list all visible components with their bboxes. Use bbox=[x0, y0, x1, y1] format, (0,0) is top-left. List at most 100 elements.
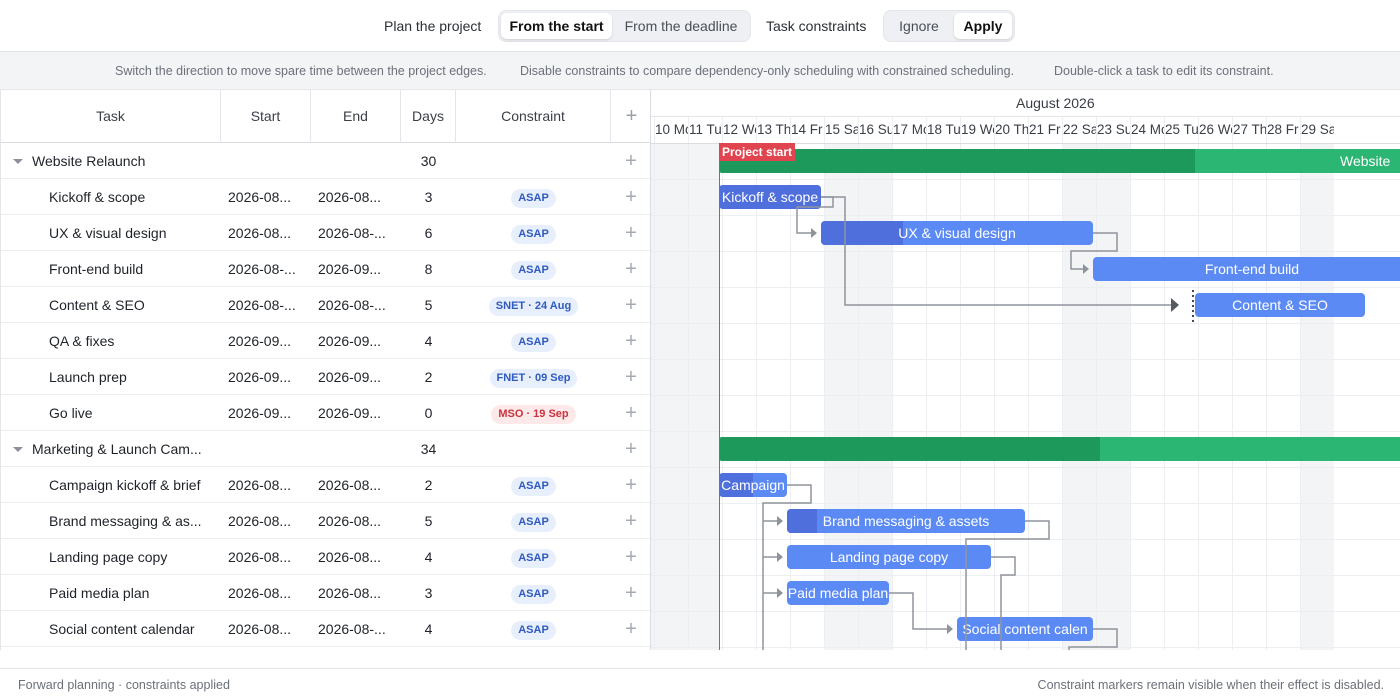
constraint-cell[interactable]: ASAP bbox=[456, 467, 611, 503]
add-task-header-button[interactable]: + bbox=[611, 90, 650, 143]
task-row[interactable]: Social content calendar 2026-08... 2026-08… bbox=[1, 611, 650, 647]
add-subtask-button[interactable]: + bbox=[611, 287, 650, 323]
add-subtask-button[interactable]: + bbox=[611, 359, 650, 395]
task-start: 2026-08-... bbox=[228, 261, 296, 277]
task-bar[interactable]: Campaign bbox=[719, 473, 787, 497]
task-row[interactable]: Content & SEO 2026-08-... 2026-08-... 5 SNET… bbox=[1, 287, 650, 323]
task-bar-label: Social content calen bbox=[962, 621, 1088, 637]
day-gridline bbox=[960, 117, 961, 650]
task-row[interactable]: Launch prep 2026-09... 2026-09... 2 FNET · 0… bbox=[1, 359, 650, 395]
task-start: 2026-08... bbox=[228, 585, 292, 601]
group-row[interactable]: Marketing & Launch Cam... 34 + bbox=[1, 431, 650, 467]
day-header: 20 Th bbox=[995, 122, 1028, 137]
day-gridline bbox=[858, 117, 859, 650]
column-header-constraint[interactable]: Constraint bbox=[456, 90, 611, 143]
status-footer: Forward planning · constraints applied C… bbox=[0, 668, 1400, 700]
add-subtask-button[interactable]: + bbox=[611, 323, 650, 359]
day-gridline bbox=[1266, 117, 1267, 650]
task-row[interactable]: Brand messaging & as... 2026-08... 2026-08… bbox=[1, 503, 650, 539]
task-row[interactable]: Front-end build 2026-08-... 2026-09... 8 ASA… bbox=[1, 251, 650, 287]
day-gridline bbox=[688, 117, 689, 650]
add-subtask-button[interactable]: + bbox=[611, 179, 650, 215]
task-start: 2026-08... bbox=[228, 189, 292, 205]
task-name: UX & visual design bbox=[49, 225, 167, 241]
constraint-cell[interactable]: FNET · 09 Sep bbox=[456, 359, 611, 395]
add-subtask-button[interactable]: + bbox=[611, 215, 650, 251]
constraint-cell[interactable]: ASAP bbox=[456, 611, 611, 647]
weekend-shade bbox=[1096, 143, 1130, 650]
task-name: Campaign kickoff & brief bbox=[49, 477, 201, 493]
task-row[interactable]: QA & fixes 2026-09... 2026-09... 4 ASAP + bbox=[1, 323, 650, 359]
task-constraints-label: Task constraints bbox=[766, 18, 867, 34]
task-days: 3 bbox=[424, 585, 433, 601]
day-header: 24 Mo bbox=[1131, 122, 1164, 137]
summary-bar[interactable] bbox=[719, 437, 1400, 461]
task-bar[interactable]: Social content calen bbox=[957, 617, 1093, 641]
constraint-cell[interactable]: ASAP bbox=[456, 539, 611, 575]
column-header-start[interactable]: Start bbox=[221, 90, 311, 143]
row-separator bbox=[651, 467, 1400, 468]
add-subtask-button[interactable]: + bbox=[611, 611, 650, 647]
dependency-links bbox=[762, 196, 1194, 650]
day-header: 15 Sa bbox=[825, 122, 858, 137]
add-subtask-button[interactable]: + bbox=[611, 575, 650, 611]
summary-bar[interactable]: Website bbox=[719, 149, 1400, 173]
add-subtask-button[interactable]: + bbox=[611, 503, 650, 539]
constraint-cell[interactable]: MSO · 19 Sep bbox=[456, 395, 611, 431]
task-start: 2026-09... bbox=[228, 405, 292, 421]
constraint-cell[interactable]: ASAP bbox=[456, 215, 611, 251]
task-row[interactable]: UX & visual design 2026-08... 2026-08-... 6… bbox=[1, 215, 650, 251]
constraint-badge: ASAP bbox=[511, 224, 556, 244]
task-bar[interactable]: Brand messaging & assets bbox=[787, 509, 1025, 533]
column-header-task[interactable]: Task bbox=[1, 90, 221, 143]
row-separator bbox=[651, 611, 1400, 612]
column-header-end[interactable]: End bbox=[311, 90, 401, 143]
add-subtask-button[interactable]: + bbox=[611, 395, 650, 431]
column-header-days[interactable]: Days bbox=[401, 90, 456, 143]
add-subtask-button[interactable]: + bbox=[611, 251, 650, 287]
from-start-button[interactable]: From the start bbox=[501, 13, 612, 39]
task-bar[interactable]: Paid media plan bbox=[787, 581, 889, 605]
task-bar[interactable]: Kickoff & scope bbox=[719, 185, 821, 209]
task-bar-label: Campaign bbox=[721, 477, 785, 493]
from-deadline-button[interactable]: From the deadline bbox=[614, 13, 748, 39]
constraint-cell[interactable]: ASAP bbox=[456, 251, 611, 287]
task-row[interactable]: Campaign kickoff & brief 2026-08... 2026-0… bbox=[1, 467, 650, 503]
task-bar[interactable]: Content & SEO bbox=[1195, 293, 1365, 317]
constraint-badge: ASAP bbox=[511, 548, 556, 568]
constraint-cell[interactable]: ASAP bbox=[456, 323, 611, 359]
apply-constraints-button[interactable]: Apply bbox=[954, 13, 1012, 39]
task-bar[interactable]: Landing page copy bbox=[787, 545, 991, 569]
constraint-cell[interactable]: ASAP bbox=[456, 575, 611, 611]
row-separator bbox=[651, 395, 1400, 396]
add-subtask-button[interactable]: + bbox=[611, 467, 650, 503]
task-bar-label: Landing page copy bbox=[829, 549, 949, 565]
add-subtask-button[interactable]: + bbox=[611, 539, 650, 575]
task-row[interactable]: Go live 2026-09... 2026-09... 0 MSO · 19 Sep… bbox=[1, 395, 650, 431]
collapse-caret-icon[interactable] bbox=[13, 159, 23, 164]
task-days: 2 bbox=[424, 369, 433, 385]
task-row[interactable]: Landing page copy 2026-08... 2026-08... 4 AS… bbox=[1, 539, 650, 575]
add-subtask-button[interactable]: + bbox=[611, 431, 650, 467]
summary-bar-label: Website bbox=[1340, 153, 1391, 169]
day-gridline bbox=[926, 117, 927, 650]
add-subtask-button[interactable]: + bbox=[611, 143, 650, 179]
project-start-label: Project start bbox=[719, 143, 796, 161]
task-name: Go live bbox=[49, 405, 93, 421]
group-row[interactable]: Website Relaunch 30 + bbox=[1, 143, 650, 179]
task-row[interactable]: Kickoff & scope 2026-08... 2026-08... 3 ASAP… bbox=[1, 179, 650, 215]
constraint-cell[interactable]: ASAP bbox=[456, 179, 611, 215]
gantt-chart: August 2026 8 Sa9 Su10 Mo11 Tu12 We13 Th… bbox=[651, 90, 1400, 650]
task-bar[interactable]: Front-end build bbox=[1093, 257, 1400, 281]
constraint-cell[interactable]: ASAP bbox=[456, 503, 611, 539]
ignore-constraints-button[interactable]: Ignore bbox=[886, 13, 952, 39]
dependency-arrow-icon bbox=[777, 552, 783, 562]
task-end: 2026-08-... bbox=[318, 225, 386, 241]
task-start: 2026-09... bbox=[228, 333, 292, 349]
constraint-cell[interactable]: SNET · 24 Aug bbox=[456, 287, 611, 323]
task-row[interactable]: Paid media plan 2026-08... 2026-08... 3 ASAP… bbox=[1, 575, 650, 611]
day-header: 17 Mo bbox=[893, 122, 926, 137]
task-days: 6 bbox=[424, 225, 433, 241]
collapse-caret-icon[interactable] bbox=[13, 447, 23, 452]
task-bar[interactable]: UX & visual design bbox=[821, 221, 1093, 245]
